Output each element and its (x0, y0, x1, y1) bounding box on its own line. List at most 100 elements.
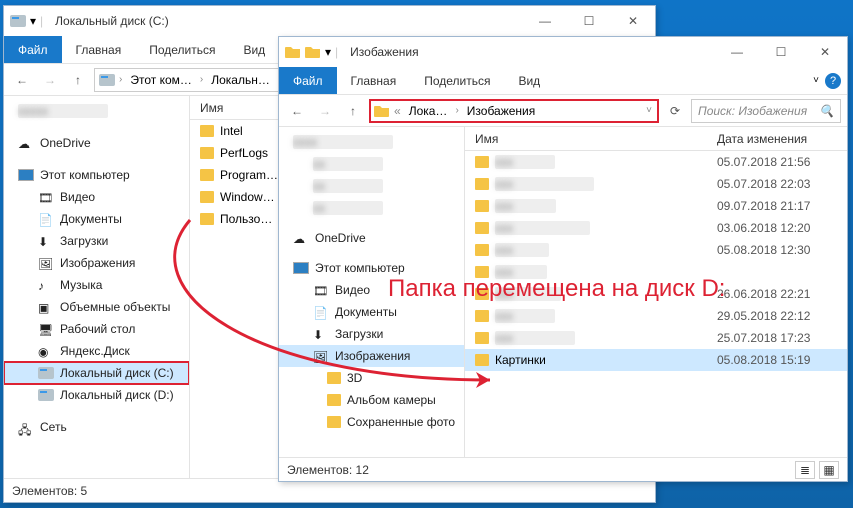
nav-forward[interactable]: → (313, 99, 337, 123)
nav-downloads[interactable]: ⬇Загрузки (4, 230, 189, 252)
qat-save-icon[interactable]: ▾ (30, 14, 36, 28)
nav-blur[interactable]: xxxxx (4, 100, 189, 122)
folder-row[interactable]: xxx26.06.2018 22:21 (465, 283, 847, 305)
folder-row[interactable]: xxx05.07.2018 22:03 (465, 173, 847, 195)
view-details-button[interactable]: ≣ (795, 461, 815, 479)
drive-icon (99, 74, 115, 86)
folder-row[interactable]: xxx05.07.2018 21:56 (465, 151, 847, 173)
label: Документы (335, 305, 397, 319)
folder-name-blurred: xxx (495, 331, 575, 345)
crumb-dropdown[interactable]: ˅ (644, 105, 654, 116)
maximize-button[interactable]: ☐ (759, 37, 803, 67)
ribbon-expand-icon[interactable]: ˅ (813, 75, 819, 86)
refresh-button[interactable]: ⟳ (663, 99, 687, 123)
tab-file[interactable]: Файл (4, 36, 62, 63)
nav-docs[interactable]: 📄Документы (279, 301, 464, 323)
tab-file[interactable]: Файл (279, 67, 337, 94)
nav-images[interactable]: 🖼Изображения (4, 252, 189, 274)
date-modified: 05.07.2018 22:03 (717, 177, 847, 191)
nav-desktop[interactable]: 🖥Рабочий стол (4, 318, 189, 340)
nav-back[interactable]: ← (285, 99, 309, 123)
nav-saved-photos[interactable]: Сохраненные фото (279, 411, 464, 433)
folder-name-blurred: xxx (495, 221, 590, 235)
tab-home[interactable]: Главная (62, 36, 136, 63)
nav-video[interactable]: 🎞Видео (4, 186, 189, 208)
nav-blur[interactable]: xx (279, 197, 464, 219)
help-icon[interactable]: ? (825, 73, 841, 89)
nav-downloads[interactable]: ⬇Загрузки (279, 323, 464, 345)
breadcrumb: « Лока… › Изобажения ˅ (369, 99, 659, 123)
search-input[interactable]: Поиск: Изобажения 🔍 (691, 99, 841, 123)
nav-blur[interactable]: xxxx (279, 131, 464, 153)
tab-share[interactable]: Поделиться (410, 67, 504, 94)
nav-thispc[interactable]: Этот компьютер (4, 164, 189, 186)
view-icons-button[interactable]: ▦ (819, 461, 839, 479)
nav-video[interactable]: 🎞Видео (279, 279, 464, 301)
tab-view[interactable]: Вид (229, 36, 279, 63)
nav-onedrive[interactable]: ☁OneDrive (4, 132, 189, 154)
label: Сеть (40, 420, 67, 434)
close-button[interactable]: ✕ (611, 6, 655, 36)
nav-toolbar: ← → ↑ « Лока… › Изобажения ˅ ⟳ Поиск: Из… (279, 95, 847, 127)
folder-row[interactable]: xxx (465, 261, 847, 283)
date-modified: 29.05.2018 22:12 (717, 309, 847, 323)
crumb-chevron[interactable]: › (198, 74, 205, 85)
nav-images[interactable]: 🖼Изображения (279, 345, 464, 367)
search-icon[interactable]: 🔍 (819, 104, 834, 118)
tab-home[interactable]: Главная (337, 67, 411, 94)
nav-up[interactable]: ↑ (66, 68, 90, 92)
nav-forward[interactable]: → (38, 68, 62, 92)
folder-row[interactable]: xxx25.07.2018 17:23 (465, 327, 847, 349)
crumb-lok[interactable]: Лока… (405, 101, 452, 121)
download-icon: ⬇ (313, 328, 329, 340)
yandex-icon: ◉ (38, 345, 54, 357)
nav-blur[interactable]: xx (279, 153, 464, 175)
nav-3d[interactable]: 3D (279, 367, 464, 389)
titlebar-front[interactable]: ▾ | Изобажения — ☐ ✕ (279, 37, 847, 67)
col-date[interactable]: Дата изменения (717, 132, 847, 146)
folder-icon (475, 332, 489, 344)
folder-row[interactable]: Картинки05.08.2018 15:19 (465, 349, 847, 371)
label: Документы (60, 212, 122, 226)
folder-row[interactable]: xxx29.05.2018 22:12 (465, 305, 847, 327)
nav-up[interactable]: ↑ (341, 99, 365, 123)
nav-disk-c[interactable]: Локальный диск (C:) (4, 362, 189, 384)
crumb-disk[interactable]: Локальн… (207, 69, 274, 91)
date-modified: 05.08.2018 15:19 (717, 353, 847, 367)
nav-music[interactable]: ♪Музыка (4, 274, 189, 296)
nav-onedrive[interactable]: ☁OneDrive (279, 227, 464, 249)
nav-ydisk[interactable]: ◉Яндекс.Диск (4, 340, 189, 362)
folder-name-blurred: xxx (495, 155, 555, 169)
nav-camera-album[interactable]: Альбом камеры (279, 389, 464, 411)
folder-icon (475, 156, 489, 168)
qat-chevron[interactable]: ▾ (325, 45, 331, 59)
folder-icon (374, 104, 390, 118)
label: Этот компьютер (40, 168, 130, 182)
close-button[interactable]: ✕ (803, 37, 847, 67)
nav-back[interactable]: ← (10, 68, 34, 92)
nav-docs[interactable]: 📄Документы (4, 208, 189, 230)
minimize-button[interactable]: — (523, 6, 567, 36)
nav-blur[interactable]: xx (279, 175, 464, 197)
nav-disk-d[interactable]: Локальный диск (D:) (4, 384, 189, 406)
titlebar-back[interactable]: ▾ | Локальный диск (C:) — ☐ ✕ (4, 6, 655, 36)
tab-view[interactable]: Вид (504, 67, 554, 94)
folder-icon (200, 169, 214, 181)
col-name[interactable]: Имя (475, 132, 717, 146)
crumb-thispc[interactable]: Этот ком… (126, 69, 196, 91)
tab-share[interactable]: Поделиться (135, 36, 229, 63)
label: 3D (347, 371, 362, 385)
label: Видео (335, 283, 370, 297)
nav-objects[interactable]: ▣Объемные объекты (4, 296, 189, 318)
crumb-images[interactable]: Изобажения (463, 101, 539, 121)
date-modified: 05.08.2018 12:30 (717, 243, 847, 257)
crumb-chevron[interactable]: › (453, 105, 460, 116)
folder-row[interactable]: xxx03.06.2018 12:20 (465, 217, 847, 239)
folder-row[interactable]: xxx05.08.2018 12:30 (465, 239, 847, 261)
nav-network[interactable]: 🖧Сеть (4, 416, 189, 438)
nav-thispc[interactable]: Этот компьютер (279, 257, 464, 279)
minimize-button[interactable]: — (715, 37, 759, 67)
folder-row[interactable]: xxx09.07.2018 21:17 (465, 195, 847, 217)
maximize-button[interactable]: ☐ (567, 6, 611, 36)
crumb-chevron[interactable]: › (117, 74, 124, 85)
